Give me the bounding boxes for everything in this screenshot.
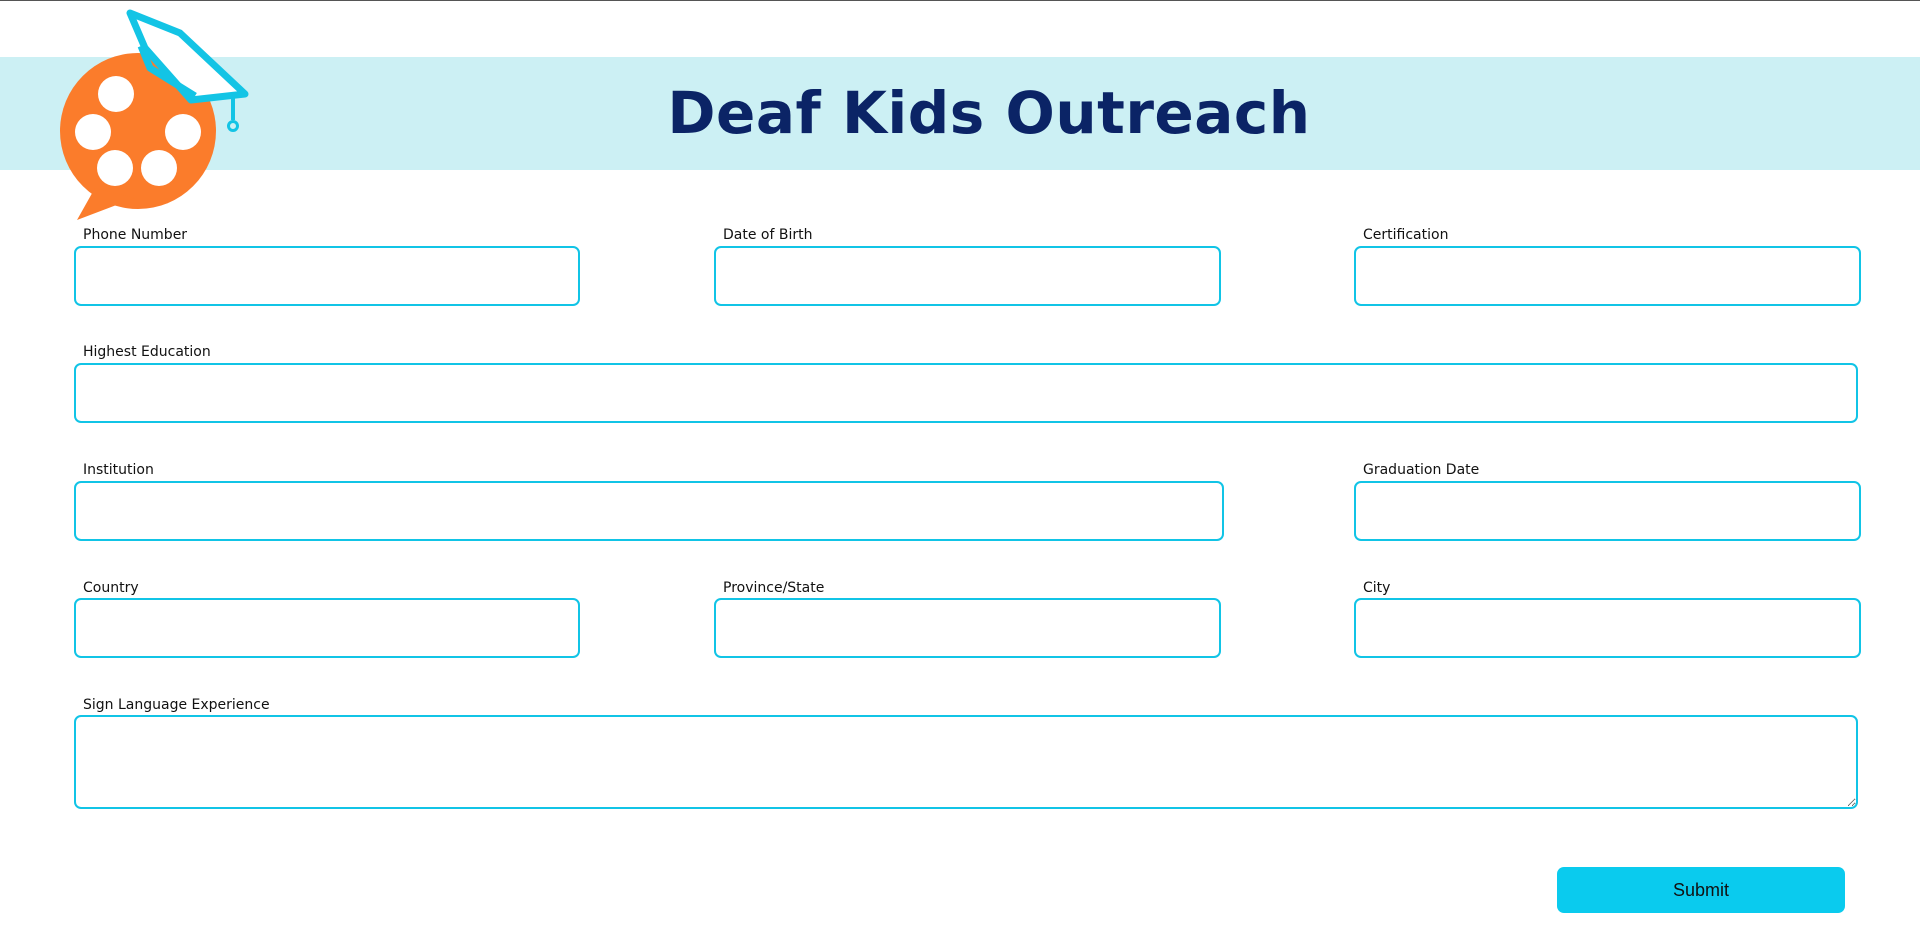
city-input[interactable] [1354, 598, 1861, 658]
phone-number-input[interactable] [74, 246, 580, 306]
institution-label: Institution [83, 462, 154, 478]
city-label: City [1363, 580, 1391, 596]
page-title: Deaf Kids Outreach [667, 79, 1311, 147]
highest-education-input[interactable] [74, 363, 1858, 423]
top-border [0, 0, 1920, 1]
institution-input[interactable] [74, 481, 1224, 541]
country-input[interactable] [74, 598, 580, 658]
province-state-input[interactable] [714, 598, 1221, 658]
sign-language-experience-textarea[interactable] [74, 715, 1858, 809]
phone-number-label: Phone Number [83, 227, 188, 243]
highest-education-label: Highest Education [83, 344, 211, 360]
certification-label: Certification [1363, 227, 1449, 243]
logo-icon [60, 9, 249, 220]
sign-language-experience-label: Sign Language Experience [83, 697, 270, 713]
certification-input[interactable] [1354, 246, 1861, 306]
province-state-label: Province/State [723, 580, 825, 596]
graduation-date-label: Graduation Date [1363, 462, 1480, 478]
date-of-birth-input[interactable] [714, 246, 1221, 306]
graduation-date-input[interactable] [1354, 481, 1861, 541]
submit-button[interactable]: Submit [1557, 867, 1845, 913]
country-label: Country [83, 580, 139, 596]
date-of-birth-label: Date of Birth [723, 227, 813, 243]
